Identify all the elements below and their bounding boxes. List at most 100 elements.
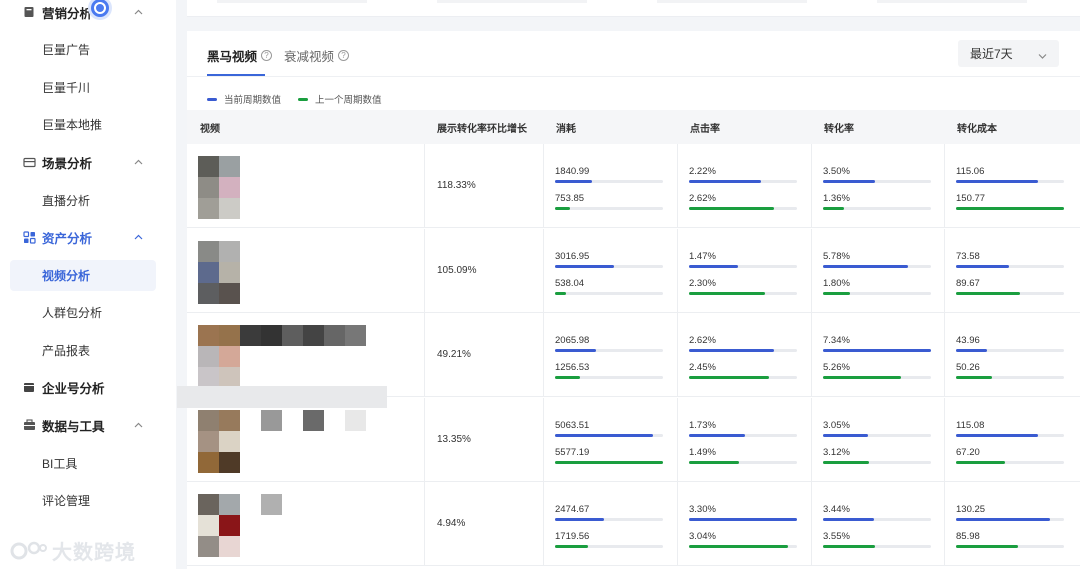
current-bar	[956, 518, 1050, 521]
column-divider	[424, 228, 425, 313]
ctr-cell: 1.73% 1.49%	[677, 398, 810, 482]
chevron-up-icon[interactable]	[132, 231, 144, 243]
chevron-up-icon[interactable]	[132, 6, 144, 18]
nav-group-assets[interactable]: 资产分析	[0, 222, 176, 252]
growth-value: 13.35%	[437, 433, 471, 445]
cost-cell: 73.58 89.67	[944, 229, 1077, 313]
current-bar	[555, 349, 597, 352]
current-value: 73.58	[956, 250, 980, 262]
current-value: 3.05%	[823, 419, 850, 431]
current-bar-track	[555, 433, 663, 437]
current-value: 115.06	[956, 166, 985, 177]
current-bar	[823, 518, 874, 521]
table-row[interactable]: 4.94% 2474.67 1719.56 3.30% 3.04% 3.44% 3.55% 1…	[187, 482, 1080, 566]
thumbnail-pixel	[303, 325, 324, 346]
previous-bar	[555, 207, 571, 210]
column-header-cvr: 转化率	[824, 123, 854, 135]
nav-group-label: 营销分析	[42, 6, 93, 21]
current-bar	[555, 518, 604, 521]
previous-bar	[956, 376, 992, 379]
current-bar-track	[956, 349, 1064, 352]
previous-bar	[689, 376, 769, 379]
table-row[interactable]: 13.35% 5063.51 5577.19 1.73% 1.49% 3.05% 3.12%…	[187, 397, 1080, 482]
nav-item-product-report[interactable]: 产品报表	[10, 335, 156, 366]
thumbnail-pixel	[198, 261, 219, 283]
help-icon[interactable]: ?	[338, 50, 350, 61]
previous-bar	[956, 460, 1005, 464]
legend-previous: 上一个周期数值	[298, 92, 382, 106]
nav-item-juliang-qianchuan[interactable]: 巨量千川	[10, 72, 156, 103]
previous-bar	[555, 545, 589, 548]
thumbnail-pixel	[198, 346, 219, 367]
help-icon[interactable]: ?	[261, 50, 273, 61]
current-bar	[689, 349, 775, 352]
previous-bar-track	[555, 207, 663, 210]
current-bar	[689, 433, 746, 437]
previous-bar-track	[555, 460, 663, 464]
nav-item-audience-pack[interactable]: 人群包分析	[10, 297, 156, 328]
nav-group-data-tools[interactable]: 数据与工具	[0, 410, 176, 440]
growth-value: 105.09%	[437, 264, 477, 276]
previous-value: 753.85	[555, 193, 585, 204]
column-header-cost: 转化成本	[957, 123, 997, 135]
previous-value: 1.36%	[823, 193, 850, 204]
nav-item-bi-tool[interactable]: BI工具	[10, 448, 156, 479]
previous-value: 1.80%	[823, 277, 850, 289]
current-bar	[956, 349, 988, 352]
current-value: 2474.67	[555, 504, 590, 515]
thumbnail-pixel	[219, 325, 240, 346]
nav-item-comment-manage[interactable]: 评论管理	[10, 485, 156, 516]
thumbnail-pixel	[345, 409, 366, 431]
nav-item-video-analysis[interactable]: 视频分析	[10, 260, 156, 291]
thumbnail-pixel	[219, 536, 240, 557]
thumbnail-pixel	[345, 325, 366, 346]
previous-bar	[956, 545, 1018, 548]
previous-value: 1256.53	[555, 362, 590, 373]
legend-label: 上一个周期数值	[315, 95, 382, 106]
cvr-cell: 5.78% 1.80%	[811, 229, 944, 313]
tab-dark-horse-videos[interactable]: 黑马视频 ?	[207, 46, 273, 65]
current-value: 43.96	[956, 335, 980, 346]
cvr-cell: 3.05% 3.12%	[811, 398, 944, 482]
current-value: 3.30%	[689, 504, 716, 515]
current-value: 3016.95	[555, 250, 590, 262]
previous-bar	[823, 376, 901, 379]
previous-value: 2.62%	[689, 193, 716, 204]
period-select[interactable]: 最近7天	[958, 40, 1059, 67]
nav-item-juliang-local[interactable]: 巨量本地推	[10, 109, 156, 140]
table-row[interactable]: 105.09% 3016.95 538.04 1.47% 2.30% 5.78% 1.80%…	[187, 228, 1080, 313]
previous-bar-track	[689, 207, 797, 210]
nav-group-scene[interactable]: 场景分析	[0, 147, 176, 177]
current-value: 5063.51	[555, 419, 590, 431]
thumbnail-pixel	[198, 156, 219, 177]
legend-label: 当前周期数值	[224, 95, 282, 106]
chevron-up-icon[interactable]	[132, 419, 144, 431]
nav-item-live-analysis[interactable]: 直播分析	[10, 185, 156, 216]
previous-bar-track	[956, 545, 1064, 548]
record-indicator-icon[interactable]	[91, 0, 109, 17]
spend-cell: 2474.67 1719.56	[543, 482, 676, 566]
current-value: 130.25	[956, 504, 986, 515]
column-header-spend: 消耗	[556, 123, 576, 135]
current-bar-track	[956, 180, 1064, 183]
table-row[interactable]: 49.21% 2065.98 1256.53 2.62% 2.45% 7.34% 5.26%…	[187, 313, 1080, 397]
cost-cell: 130.25 85.98	[944, 482, 1077, 566]
nav-group-marketing[interactable]: 营销分析	[0, 0, 176, 27]
ctr-cell: 2.22% 2.62%	[677, 144, 810, 228]
chevron-up-icon[interactable]	[132, 156, 144, 168]
redaction-strip	[177, 386, 387, 408]
previous-value: 2.45%	[689, 362, 716, 373]
current-bar	[689, 180, 762, 183]
tab-label: 黑马视频	[207, 50, 258, 64]
previous-bar-track	[956, 460, 1064, 464]
table-row[interactable]: 118.33% 1840.99 753.85 2.22% 2.62% 3.50% 1.36%…	[187, 144, 1080, 228]
nav-item-juliang-ads[interactable]: 巨量广告	[10, 34, 156, 65]
current-bar-track	[956, 264, 1064, 268]
spend-cell: 2065.98 1256.53	[543, 313, 676, 397]
tab-declining-videos[interactable]: 衰减视频 ?	[284, 46, 350, 65]
current-bar	[823, 264, 909, 268]
nav-group-enterprise[interactable]: 企业号分析	[0, 372, 176, 402]
current-value: 3.50%	[823, 166, 850, 177]
previous-bar-track	[823, 460, 931, 464]
current-bar	[555, 180, 592, 183]
